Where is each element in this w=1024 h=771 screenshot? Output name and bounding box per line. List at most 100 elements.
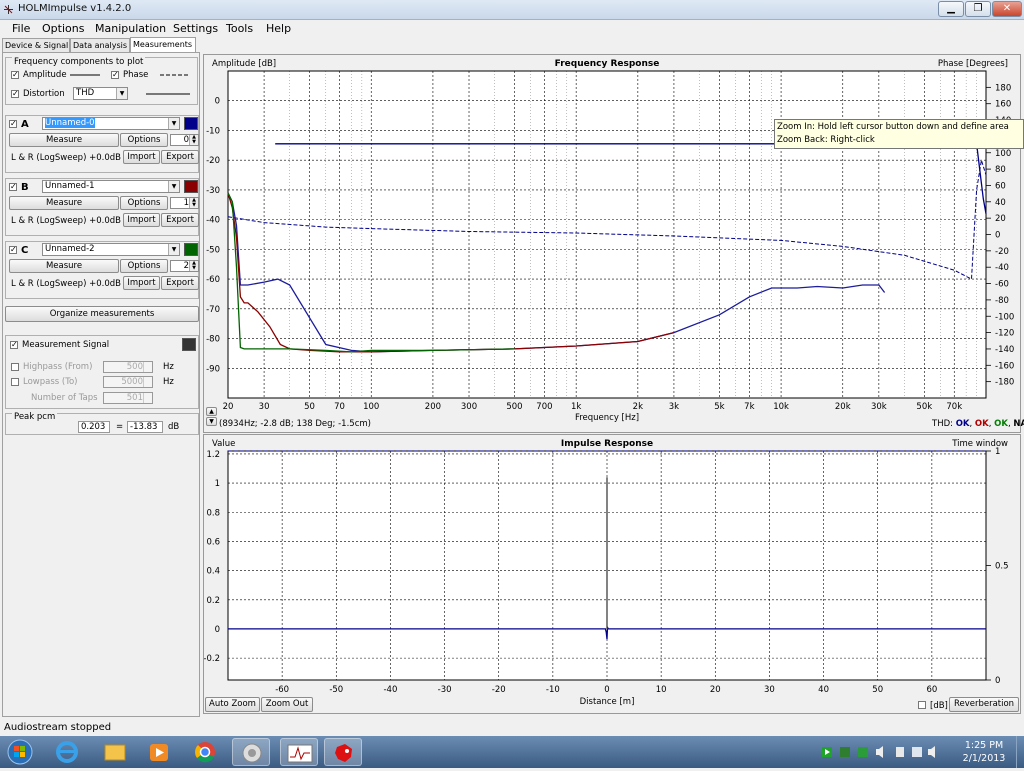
y-tick-label: -30 bbox=[206, 186, 220, 196]
menu-options[interactable]: Options bbox=[42, 22, 84, 35]
menu-manipulation[interactable]: Manipulation bbox=[95, 22, 166, 35]
impulse-response-chart[interactable]: -60 -50 -40 -30 -20 -10 0 10 20 30 40 50 60 1.2 1 0.8 0.… bbox=[204, 435, 1020, 713]
measurement-color[interactable] bbox=[184, 180, 198, 193]
scroll-down-button[interactable]: ▼ bbox=[206, 417, 217, 426]
tooltip-line-2: Zoom Back: Right-click bbox=[777, 135, 875, 145]
reverberation-button[interactable]: Reverberation bbox=[949, 697, 1019, 712]
y-tick-label: 1.2 bbox=[206, 450, 220, 460]
taskbar-speaker-app[interactable] bbox=[232, 738, 270, 766]
taskbar-chrome[interactable] bbox=[186, 738, 224, 766]
tray-check-icon bbox=[840, 747, 850, 757]
x-axis-label: Frequency [Hz] bbox=[575, 413, 639, 423]
peak-value: 0.203 bbox=[78, 421, 110, 433]
x-tick-label: 5k bbox=[714, 402, 724, 412]
options-button[interactable]: Options bbox=[120, 196, 168, 210]
auto-zoom-button[interactable]: Auto Zoom bbox=[205, 697, 260, 712]
distortion-line-sample bbox=[146, 93, 190, 95]
organize-measurements-button[interactable]: Organize measurements bbox=[5, 306, 199, 322]
chevron-down-icon: ▼ bbox=[168, 181, 179, 192]
measure-button[interactable]: Measure bbox=[9, 259, 119, 273]
x-tick-label: 200 bbox=[425, 402, 441, 412]
frequency-components-group: Frequency components to plot ✓ Amplitude… bbox=[5, 57, 198, 105]
tab-device-signal[interactable]: Device & Signal bbox=[2, 38, 70, 52]
distortion-checkbox[interactable]: ✓ bbox=[11, 90, 19, 98]
highpass-label: Highpass (From) bbox=[23, 362, 93, 372]
tab-data-analysis[interactable]: Data analysis bbox=[70, 38, 130, 52]
x-tick-label: 10 bbox=[656, 685, 667, 695]
measurement-a: ✓ A Unnamed-0 ▼ Measure Options 0 ▲ ▼ L & R (LogS… bbox=[5, 115, 199, 173]
import-button[interactable]: Import bbox=[123, 276, 160, 290]
export-button[interactable]: Export bbox=[161, 213, 199, 227]
phase-label: Phase bbox=[123, 70, 149, 80]
taskbar-holmimpulse[interactable] bbox=[280, 738, 318, 766]
minimize-button[interactable]: ▁ bbox=[938, 1, 964, 17]
measurement-name-select[interactable]: Unnamed-2 ▼ bbox=[42, 243, 180, 256]
scroll-up-button[interactable]: ▲ bbox=[206, 407, 217, 416]
menu-file[interactable]: File bbox=[12, 22, 30, 35]
measurement-channel-spin[interactable]: 2 ▲ ▼ bbox=[170, 260, 199, 272]
distortion-label: Distortion bbox=[23, 89, 65, 99]
frequency-response-chart[interactable]: 20 30 50 70 100 200 300 500 700 1k 2k 3k 5k 7k 10k 20k 3… bbox=[204, 55, 1020, 432]
taskbar-paint-app[interactable] bbox=[324, 738, 362, 766]
show-desktop-button[interactable] bbox=[1016, 736, 1024, 768]
phase-checkbox[interactable]: ✓ bbox=[111, 71, 119, 79]
measurement-name: Unnamed-2 bbox=[45, 244, 95, 254]
y-tick-label: 0.2 bbox=[206, 596, 220, 606]
measurement-checkbox[interactable]: ✓ bbox=[9, 120, 17, 128]
x-tick-label: 100 bbox=[363, 402, 379, 412]
distortion-select[interactable]: THD ▼ bbox=[73, 87, 128, 100]
y2-tick-label: -80 bbox=[995, 296, 1009, 306]
options-button[interactable]: Options bbox=[120, 133, 168, 147]
clock-time: 1:25 PM bbox=[964, 740, 1004, 751]
measurement-name-select[interactable]: Unnamed-1 ▼ bbox=[42, 180, 180, 193]
measurement-color[interactable] bbox=[184, 243, 198, 256]
taskbar-media-player[interactable] bbox=[140, 738, 178, 766]
close-icon: ✕ bbox=[1002, 3, 1012, 14]
taskbar-explorer[interactable] bbox=[96, 738, 134, 766]
status-text: Audiostream stopped bbox=[4, 722, 112, 733]
import-button[interactable]: Import bbox=[123, 213, 160, 227]
measurement-signal-color[interactable] bbox=[182, 338, 196, 351]
measurement-channel-spin[interactable]: 1 ▲ ▼ bbox=[170, 197, 199, 209]
measure-button[interactable]: Measure bbox=[9, 196, 119, 210]
taskbar: 1:25 PM 2/1/2013 bbox=[0, 736, 1024, 768]
amplitude-checkbox[interactable]: ✓ bbox=[11, 71, 19, 79]
menu-help[interactable]: Help bbox=[266, 22, 291, 35]
measurement-checkbox[interactable]: ✓ bbox=[9, 183, 17, 191]
measurement-name-select[interactable]: Unnamed-0 ▼ bbox=[42, 117, 180, 130]
export-button[interactable]: Export bbox=[161, 276, 199, 290]
measurement-signal-checkbox[interactable]: ✓ bbox=[10, 341, 18, 349]
chevron-down-icon: ▼ bbox=[168, 118, 179, 129]
tooltip-line-1: Zoom In: Hold left cursor button down an… bbox=[777, 122, 1009, 132]
measurement-checkbox[interactable]: ✓ bbox=[9, 246, 17, 254]
menu-tools[interactable]: Tools bbox=[226, 22, 253, 35]
left-tabs: Device & Signal Data analysis Measuremen… bbox=[0, 37, 200, 52]
db-checkbox[interactable] bbox=[918, 701, 926, 709]
taskbar-internet-explorer[interactable] bbox=[48, 738, 86, 766]
tab-measurements[interactable]: Measurements bbox=[130, 37, 196, 52]
measurement-color[interactable] bbox=[184, 117, 198, 130]
menu-settings[interactable]: Settings bbox=[173, 22, 218, 35]
zoom-out-button[interactable]: Zoom Out bbox=[261, 697, 313, 712]
export-button[interactable]: Export bbox=[161, 150, 199, 164]
lowpass-input[interactable]: 5000 bbox=[103, 376, 153, 388]
y2-axis-label: Time window bbox=[951, 439, 1008, 449]
x-tick-label: 30k bbox=[871, 402, 887, 412]
lowpass-unit: Hz bbox=[163, 377, 174, 387]
lowpass-checkbox[interactable] bbox=[11, 378, 19, 386]
highpass-checkbox[interactable] bbox=[11, 363, 19, 371]
close-button[interactable]: ✕ bbox=[992, 1, 1022, 17]
measure-button[interactable]: Measure bbox=[9, 133, 119, 147]
import-button[interactable]: Import bbox=[123, 150, 160, 164]
measurement-channel-spin[interactable]: 0 ▲ ▼ bbox=[170, 134, 199, 146]
start-button[interactable] bbox=[2, 738, 38, 766]
tray-speaker-icon bbox=[928, 746, 935, 758]
restore-icon: ❐ bbox=[973, 3, 983, 14]
taskbar-clock[interactable]: 1:25 PM 2/1/2013 bbox=[950, 739, 1018, 765]
maximize-button[interactable]: ❐ bbox=[965, 1, 991, 17]
x-axis-label: Distance [m] bbox=[580, 697, 635, 707]
x-tick-label: -40 bbox=[383, 685, 397, 695]
highpass-input[interactable]: 500 bbox=[103, 361, 153, 373]
options-button[interactable]: Options bbox=[120, 259, 168, 273]
taps-input[interactable]: 501 bbox=[103, 392, 153, 404]
